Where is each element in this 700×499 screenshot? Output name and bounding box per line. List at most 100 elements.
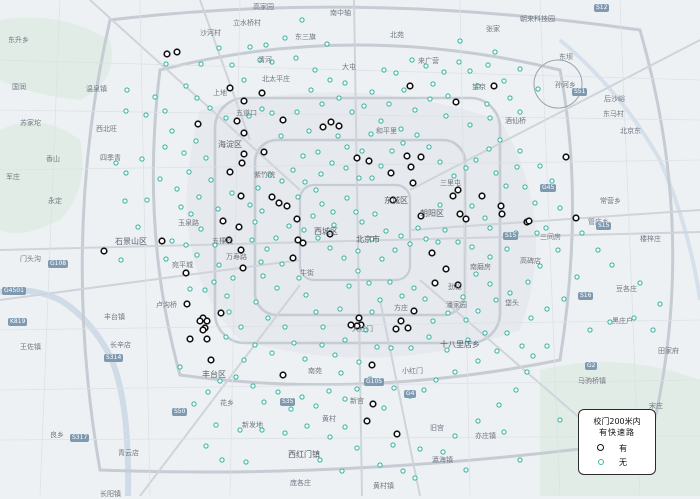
school-point-no-expressway[interactable] bbox=[259, 106, 265, 112]
school-point-with-expressway[interactable] bbox=[240, 150, 248, 158]
school-point-no-expressway[interactable] bbox=[595, 247, 601, 253]
school-point-no-expressway[interactable] bbox=[194, 252, 200, 258]
school-point-with-expressway[interactable] bbox=[410, 307, 418, 315]
school-point-with-expressway[interactable] bbox=[268, 193, 276, 201]
school-point-no-expressway[interactable] bbox=[223, 115, 229, 121]
school-point-no-expressway[interactable] bbox=[258, 259, 264, 265]
school-point-with-expressway[interactable] bbox=[240, 97, 248, 105]
school-point-with-expressway[interactable] bbox=[237, 192, 245, 200]
school-point-no-expressway[interactable] bbox=[343, 165, 349, 171]
school-point-no-expressway[interactable] bbox=[422, 296, 428, 302]
school-point-no-expressway[interactable] bbox=[183, 83, 189, 89]
school-point-no-expressway[interactable] bbox=[312, 67, 318, 73]
school-point-no-expressway[interactable] bbox=[336, 95, 342, 101]
school-point-no-expressway[interactable] bbox=[264, 246, 270, 252]
school-point-with-expressway[interactable] bbox=[387, 169, 395, 177]
school-point-with-expressway[interactable] bbox=[240, 129, 248, 137]
school-point-no-expressway[interactable] bbox=[113, 160, 119, 166]
school-point-no-expressway[interactable] bbox=[354, 445, 360, 451]
school-point-no-expressway[interactable] bbox=[186, 169, 192, 175]
school-point-no-expressway[interactable] bbox=[143, 112, 149, 118]
school-point-with-expressway[interactable] bbox=[237, 246, 245, 254]
school-point-no-expressway[interactable] bbox=[319, 201, 325, 207]
school-point-with-expressway[interactable] bbox=[235, 223, 243, 231]
school-point-no-expressway[interactable] bbox=[486, 146, 492, 152]
school-point-no-expressway[interactable] bbox=[346, 283, 352, 289]
school-point-no-expressway[interactable] bbox=[353, 209, 359, 215]
school-point-no-expressway[interactable] bbox=[544, 306, 550, 312]
school-point-no-expressway[interactable] bbox=[342, 424, 348, 430]
school-point-no-expressway[interactable] bbox=[400, 468, 406, 474]
school-point-no-expressway[interactable] bbox=[587, 327, 593, 333]
school-point-no-expressway[interactable] bbox=[430, 81, 436, 87]
school-point-no-expressway[interactable] bbox=[557, 205, 563, 211]
school-point-no-expressway[interactable] bbox=[260, 273, 266, 279]
school-point-no-expressway[interactable] bbox=[317, 457, 323, 463]
school-point-no-expressway[interactable] bbox=[243, 459, 249, 465]
school-point-no-expressway[interactable] bbox=[261, 399, 267, 405]
school-point-no-expressway[interactable] bbox=[341, 255, 347, 261]
school-point-no-expressway[interactable] bbox=[407, 241, 413, 247]
school-point-no-expressway[interactable] bbox=[124, 87, 130, 93]
school-point-no-expressway[interactable] bbox=[282, 324, 288, 330]
school-point-no-expressway[interactable] bbox=[196, 194, 202, 200]
school-point-no-expressway[interactable] bbox=[229, 190, 235, 196]
school-point-no-expressway[interactable] bbox=[313, 187, 319, 193]
school-point-no-expressway[interactable] bbox=[442, 227, 448, 233]
school-point-no-expressway[interactable] bbox=[361, 103, 367, 109]
school-point-no-expressway[interactable] bbox=[337, 306, 343, 312]
school-point-no-expressway[interactable] bbox=[282, 430, 288, 436]
school-point-no-expressway[interactable] bbox=[203, 443, 209, 449]
school-point-no-expressway[interactable] bbox=[193, 138, 199, 144]
school-point-no-expressway[interactable] bbox=[306, 128, 312, 134]
school-point-no-expressway[interactable] bbox=[482, 215, 488, 221]
school-point-no-expressway[interactable] bbox=[574, 274, 580, 280]
school-point-no-expressway[interactable] bbox=[445, 93, 451, 99]
school-point-with-expressway[interactable] bbox=[194, 120, 202, 128]
school-point-no-expressway[interactable] bbox=[177, 364, 183, 370]
school-point-no-expressway[interactable] bbox=[517, 148, 523, 154]
school-point-with-expressway[interactable] bbox=[289, 254, 297, 262]
school-point-no-expressway[interactable] bbox=[369, 236, 375, 242]
school-point-no-expressway[interactable] bbox=[338, 370, 344, 376]
school-point-no-expressway[interactable] bbox=[378, 118, 384, 124]
school-point-no-expressway[interactable] bbox=[250, 383, 256, 389]
school-point-with-expressway[interactable] bbox=[442, 265, 450, 273]
school-point-no-expressway[interactable] bbox=[259, 208, 265, 214]
school-point-no-expressway[interactable] bbox=[504, 330, 510, 336]
school-point-no-expressway[interactable] bbox=[265, 315, 271, 321]
school-point-with-expressway[interactable] bbox=[173, 48, 181, 56]
school-point-no-expressway[interactable] bbox=[517, 109, 523, 115]
school-point-no-expressway[interactable] bbox=[555, 247, 561, 253]
school-point-no-expressway[interactable] bbox=[157, 176, 163, 182]
school-point-no-expressway[interactable] bbox=[208, 177, 214, 183]
school-point-no-expressway[interactable] bbox=[444, 347, 450, 353]
school-point-no-expressway[interactable] bbox=[607, 319, 613, 325]
school-point-no-expressway[interactable] bbox=[302, 356, 308, 362]
school-point-no-expressway[interactable] bbox=[211, 279, 217, 285]
school-point-no-expressway[interactable] bbox=[412, 475, 418, 481]
school-point-with-expressway[interactable] bbox=[498, 210, 506, 218]
school-point-no-expressway[interactable] bbox=[455, 239, 461, 245]
school-point-no-expressway[interactable] bbox=[207, 105, 213, 111]
school-point-no-expressway[interactable] bbox=[194, 95, 200, 101]
school-point-with-expressway[interactable] bbox=[572, 214, 580, 222]
school-point-no-expressway[interactable] bbox=[188, 211, 194, 217]
school-point-no-expressway[interactable] bbox=[544, 343, 550, 349]
school-point-no-expressway[interactable] bbox=[278, 133, 284, 139]
school-point-no-expressway[interactable] bbox=[273, 235, 279, 241]
school-point-no-expressway[interactable] bbox=[163, 256, 169, 262]
school-point-with-expressway[interactable] bbox=[431, 279, 439, 287]
school-point-no-expressway[interactable] bbox=[163, 61, 169, 67]
school-point-no-expressway[interactable] bbox=[269, 59, 275, 65]
school-point-no-expressway[interactable] bbox=[198, 61, 204, 67]
school-point-no-expressway[interactable] bbox=[408, 345, 414, 351]
school-point-with-expressway[interactable] bbox=[182, 269, 190, 277]
school-point-no-expressway[interactable] bbox=[369, 89, 375, 95]
school-point-no-expressway[interactable] bbox=[327, 245, 333, 251]
school-point-no-expressway[interactable] bbox=[217, 378, 223, 384]
school-point-no-expressway[interactable] bbox=[503, 183, 509, 189]
school-point-no-expressway[interactable] bbox=[435, 239, 441, 245]
school-point-no-expressway[interactable] bbox=[525, 279, 531, 285]
school-point-no-expressway[interactable] bbox=[299, 394, 305, 400]
